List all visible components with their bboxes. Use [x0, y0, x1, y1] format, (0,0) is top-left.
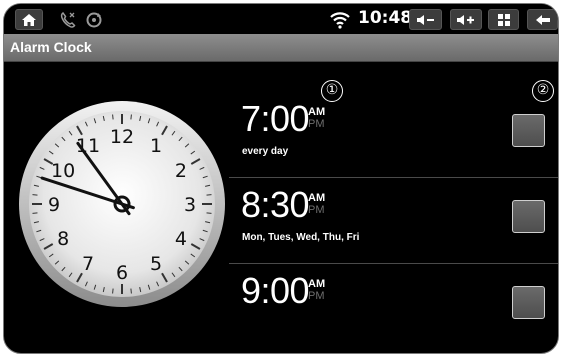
alarm-item[interactable]: 9:00 AM PM	[229, 264, 558, 350]
pm-label: PM	[308, 118, 325, 130]
clock-number: 3	[184, 194, 196, 216]
analog-clock[interactable]: 12 1 2 3 4 5 6 7 8 9 10 11	[17, 99, 227, 309]
volume-up-button[interactable]	[450, 9, 482, 30]
home-icon	[22, 13, 36, 26]
clock-number: 1	[150, 135, 162, 157]
volume-down-icon	[416, 14, 434, 25]
home-button[interactable]	[15, 9, 43, 30]
clock-minor-tick	[130, 288, 132, 294]
clock-number: 2	[175, 160, 187, 182]
volume-down-button[interactable]	[409, 9, 442, 30]
apps-icon	[497, 13, 510, 26]
alarm-item[interactable]: 8:30 AM PM Mon, Tues, Wed, Thu, Fri	[229, 178, 558, 264]
clock-number: 5	[150, 253, 162, 275]
clock-number: 9	[48, 194, 60, 216]
clock-minor-tick	[206, 194, 212, 196]
title-bar: Alarm Clock	[4, 34, 558, 62]
alarm-ampm: AM PM	[308, 192, 325, 216]
pm-label: PM	[308, 204, 325, 216]
clock-minor-tick	[130, 114, 132, 120]
clock-number: 6	[116, 262, 128, 284]
alarm-time: 8:30	[241, 184, 310, 225]
alarm-ampm: AM PM	[308, 106, 325, 130]
volume-up-icon	[457, 14, 474, 25]
alarm-days: every day	[242, 146, 289, 157]
alarm-toggle-checkbox[interactable]	[512, 200, 545, 233]
device-screen: 10:48 Alarm Clock 12 1 2 3 4 5 6 7 8 9 1…	[3, 3, 559, 354]
clock-minor-tick	[112, 288, 114, 294]
clock-number: 8	[57, 228, 69, 250]
clock-number: 10	[51, 160, 75, 182]
alarm-ampm: AM PM	[308, 278, 325, 302]
am-label: AM	[308, 106, 326, 118]
clock-number: 4	[175, 228, 187, 250]
clock-minor-tick	[32, 194, 38, 196]
status-time: 10:48	[358, 8, 413, 28]
clock-number: 7	[82, 253, 94, 275]
back-button[interactable]	[527, 9, 558, 30]
alarm-item[interactable]: 7:00 AM PM every day	[229, 92, 558, 178]
alarm-time: 9:00	[241, 270, 310, 311]
alarm-toggle-checkbox[interactable]	[512, 286, 545, 319]
alarm-toggle-checkbox[interactable]	[512, 114, 545, 147]
clock-minor-tick	[206, 212, 212, 214]
status-bar: 10:48	[4, 4, 558, 34]
alarm-days: Mon, Tues, Wed, Thu, Fri	[242, 232, 360, 243]
pm-label: PM	[308, 290, 325, 302]
alarm-time: 7:00	[241, 98, 310, 139]
clock-number: 12	[110, 126, 134, 148]
alarm-list: 7:00 AM PM every day 8:30 AM PM Mon, Tue…	[229, 92, 558, 350]
clock-minor-tick	[112, 114, 114, 120]
clock-minor-tick	[32, 212, 38, 214]
back-icon	[535, 14, 550, 25]
am-label: AM	[308, 278, 326, 290]
sync-icon	[84, 9, 104, 30]
am-label: AM	[308, 192, 326, 204]
wifi-icon	[330, 9, 350, 30]
phone-icon	[59, 9, 77, 30]
apps-button[interactable]	[488, 9, 519, 30]
app-title: Alarm Clock	[10, 39, 92, 55]
